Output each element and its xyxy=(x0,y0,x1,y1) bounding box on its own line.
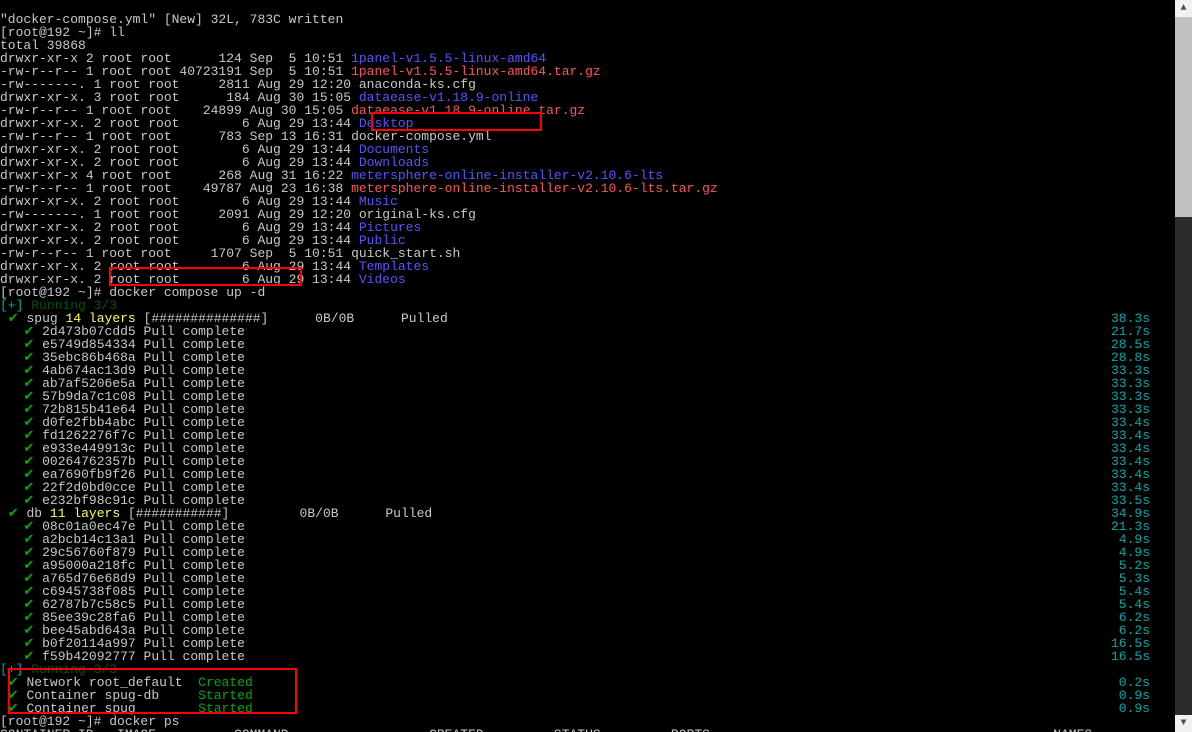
terminal-line: "docker-compose.yml" [New] 32L, 783C wri… xyxy=(0,13,1175,26)
terminal-line: ✔ f59b42092777 Pull complete 16.5s xyxy=(0,650,1175,663)
terminal-line: ✔ Container spug Started 0.9s xyxy=(0,702,1175,715)
scrollbar-thumb[interactable] xyxy=(1175,17,1192,217)
terminal[interactable]: "docker-compose.yml" [New] 32L, 783C wri… xyxy=(0,0,1175,732)
scrollbar-track[interactable]: ▲ ▼ xyxy=(1175,0,1192,732)
terminal-line: [root@192 ~]# ll xyxy=(0,26,1175,39)
terminal-line: CONTAINER ID IMAGE COMMAND CREATED STATU… xyxy=(0,728,1175,732)
terminal-line: [root@192 ~]# docker compose up -d xyxy=(0,286,1175,299)
scroll-down-button[interactable]: ▼ xyxy=(1175,715,1192,732)
scroll-up-button[interactable]: ▲ xyxy=(1175,0,1192,17)
